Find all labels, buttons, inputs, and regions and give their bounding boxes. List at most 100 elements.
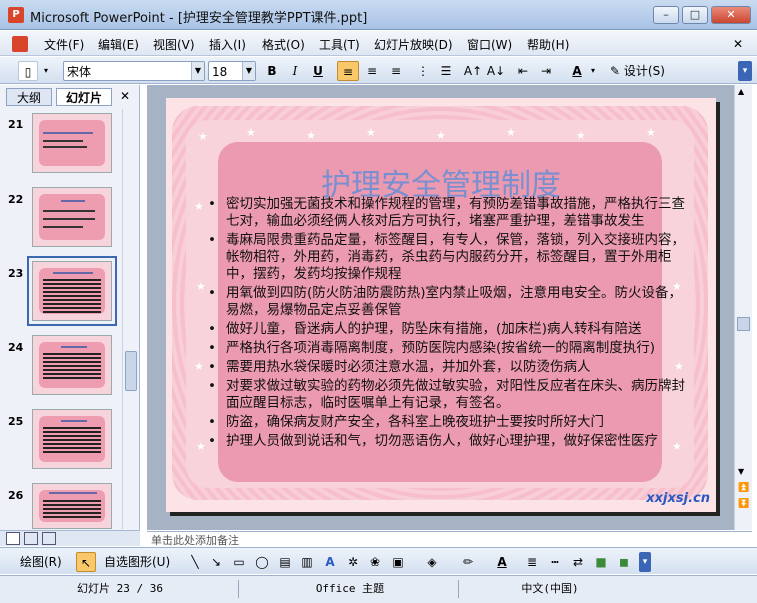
toolbar-options-icon[interactable]: ▾ — [639, 552, 651, 572]
toolbar-options-icon[interactable]: ▾ — [738, 61, 752, 81]
wordart-icon[interactable]: A — [321, 552, 339, 572]
font-name-value: 宋体 — [67, 65, 92, 79]
menu-tools[interactable]: 工具(T) — [319, 36, 360, 53]
slide-number: 22 — [8, 193, 24, 206]
chevron-down-icon[interactable]: ▼ — [191, 62, 204, 80]
decrease-indent-icon[interactable]: ⇤ — [513, 61, 533, 81]
chevron-down-icon[interactable]: ▼ — [242, 62, 255, 80]
title-bar: P Microsoft PowerPoint - [护理安全管理教学PPT课件.… — [0, 0, 757, 30]
notes-pane[interactable]: 单击此处添加备注 — [147, 531, 752, 547]
diagram-icon[interactable]: ✲ — [344, 552, 362, 572]
menu-slideshow[interactable]: 幻灯片放映(D) — [374, 36, 453, 53]
close-document-icon[interactable]: ✕ — [733, 37, 743, 51]
font-size-select[interactable]: 18 ▼ — [208, 61, 256, 81]
menu-insert[interactable]: 插入(I) — [209, 36, 246, 53]
increase-font-icon[interactable]: A↑ — [463, 61, 483, 81]
slides-pane: 大纲 幻灯片 ✕ 21 22 23 24 25 26 — [0, 85, 140, 546]
dash-style-icon[interactable]: ┅ — [546, 552, 564, 572]
restore-button[interactable]: □ — [682, 6, 708, 24]
slide-thumbnail-21[interactable] — [32, 113, 112, 173]
line-style-icon[interactable]: ≣ — [523, 552, 541, 572]
textbox-icon[interactable]: ▤ — [276, 552, 294, 572]
bullet-item: 做好儿童，昏迷病人的护理，防坠床有措施，(加床栏)病人转科有陪送 — [206, 321, 690, 338]
rectangle-icon[interactable]: ▭ — [230, 552, 248, 572]
decrease-font-icon[interactable]: A↓ — [486, 61, 506, 81]
slide-thumbnail-24[interactable] — [32, 335, 112, 395]
italic-button[interactable]: I — [285, 61, 305, 81]
normal-view-icon[interactable] — [6, 532, 20, 545]
picture-icon[interactable]: ▣ — [389, 552, 407, 572]
design-icon: ✎ — [610, 64, 621, 78]
scroll-up-icon[interactable]: ▲ — [738, 87, 744, 96]
view-buttons — [0, 530, 140, 546]
menu-view[interactable]: 视图(V) — [153, 36, 195, 53]
arrow-icon[interactable]: ↘ — [207, 552, 225, 572]
increase-indent-icon[interactable]: ⇥ — [536, 61, 556, 81]
bullet-item: 需要用热水袋保暖时必须注意水温，并加外套，以防烫伤病人 — [206, 359, 690, 376]
font-name-select[interactable]: 宋体 ▼ — [63, 61, 205, 81]
font-color-dropdown-icon[interactable]: ▾ — [588, 61, 598, 81]
slide-bullet-list[interactable]: 密切实加强无菌技术和操作规程的管理，有预防差错事故措施，严格执行三查七对，输血必… — [206, 196, 690, 452]
new-dropdown-icon[interactable]: ▾ — [40, 61, 52, 81]
window-title: Microsoft PowerPoint - [护理安全管理教学PPT课件.pp… — [30, 11, 368, 26]
align-left-button[interactable]: ≡ — [337, 61, 359, 81]
close-pane-icon[interactable]: ✕ — [120, 89, 130, 103]
tab-outline[interactable]: 大纲 — [6, 88, 52, 106]
font-color-button[interactable]: A — [567, 61, 587, 81]
slide-thumbnail-23[interactable] — [27, 256, 117, 326]
formatting-toolbar: ▯ ▾ 宋体 ▼ 18 ▼ B I U ≡ ≡ ≡ ⋮ ☰ A↑ A↓ ⇤ ⇥ … — [0, 57, 757, 84]
3d-style-icon[interactable]: ◼ — [615, 552, 633, 572]
oval-icon[interactable]: ◯ — [253, 552, 271, 572]
bullet-item: 防盗，确保病友财产安全，各科室上晚夜班护士要按时所好大门 — [206, 414, 690, 431]
clipart-icon[interactable]: ❀ — [366, 552, 384, 572]
tab-slides[interactable]: 幻灯片 — [56, 88, 112, 106]
menu-format[interactable]: 格式(O) — [262, 36, 305, 53]
bullets-icon[interactable]: ☰ — [436, 61, 456, 81]
minimize-button[interactable]: – — [653, 6, 679, 24]
slide-thumbnail-25[interactable] — [32, 409, 112, 469]
design-button[interactable]: ✎ 设计(S) — [606, 61, 674, 81]
select-pointer-icon[interactable]: ↖ — [76, 552, 96, 572]
current-slide[interactable]: ★★★★★★★★ ★★★★ ★★★★ ★★★★ 护理安全管理制度 密切实加强无菌… — [166, 98, 716, 512]
line-color-icon[interactable]: ✏ — [456, 552, 480, 572]
line-icon[interactable]: ╲ — [186, 552, 204, 572]
vertical-textbox-icon[interactable]: ▥ — [298, 552, 316, 572]
previous-slide-icon[interactable]: ⏫ — [738, 483, 749, 493]
text-color-icon[interactable]: A — [490, 552, 514, 572]
fill-color-icon[interactable]: ◈ — [420, 552, 444, 572]
new-document-icon[interactable]: ▯ — [18, 61, 38, 81]
next-slide-icon[interactable]: ⏬ — [738, 499, 749, 509]
slide-scrollbar[interactable]: ▲ ▼ ⏫ ⏬ — [734, 85, 752, 530]
slide-thumbnail-22[interactable] — [32, 187, 112, 247]
powerpoint-app-icon[interactable]: P — [8, 7, 24, 23]
draw-menu-button[interactable]: 绘图(R) — [6, 552, 72, 572]
slide-thumbnail-26[interactable] — [32, 483, 112, 529]
menu-edit[interactable]: 编辑(E) — [98, 36, 139, 53]
scroll-down-icon[interactable]: ▼ — [738, 467, 744, 476]
bullet-item: 密切实加强无菌技术和操作规程的管理，有预防差错事故措施，严格执行三查七对，输血必… — [206, 196, 690, 230]
bold-button[interactable]: B — [262, 61, 282, 81]
scrollbar-thumb[interactable] — [125, 351, 137, 391]
slideshow-view-icon[interactable] — [42, 532, 56, 545]
bullet-item: 用氧做到四防(防火防油防震防热)室内禁止吸烟，注意用电安全。防火设备，易燃，易爆… — [206, 285, 690, 319]
status-divider — [458, 580, 459, 598]
underline-button[interactable]: U — [308, 61, 328, 81]
language-status: 中文(中国) — [521, 582, 579, 595]
slide-sorter-icon[interactable] — [24, 532, 38, 545]
menu-help[interactable]: 帮助(H) — [527, 36, 569, 53]
numbering-icon[interactable]: ⋮ — [413, 61, 433, 81]
autoshapes-button[interactable]: 自选图形(U) — [104, 552, 184, 572]
document-icon[interactable] — [12, 36, 28, 52]
theme-name: Office 主题 — [315, 582, 385, 595]
align-right-button[interactable]: ≡ — [385, 61, 407, 81]
slide-number: 21 — [8, 118, 24, 131]
thumbnail-scrollbar[interactable] — [122, 109, 138, 529]
close-button[interactable]: ✕ — [711, 6, 751, 24]
menu-file[interactable]: 文件(F) — [44, 36, 84, 53]
slide-indicator: 幻灯片 23 / 36 — [77, 582, 163, 595]
shadow-icon[interactable]: ■ — [592, 552, 610, 572]
arrow-style-icon[interactable]: ⇄ — [569, 552, 587, 572]
scrollbar-thumb[interactable] — [737, 317, 750, 331]
menu-window[interactable]: 窗口(W) — [467, 36, 512, 53]
align-center-button[interactable]: ≡ — [361, 61, 383, 81]
